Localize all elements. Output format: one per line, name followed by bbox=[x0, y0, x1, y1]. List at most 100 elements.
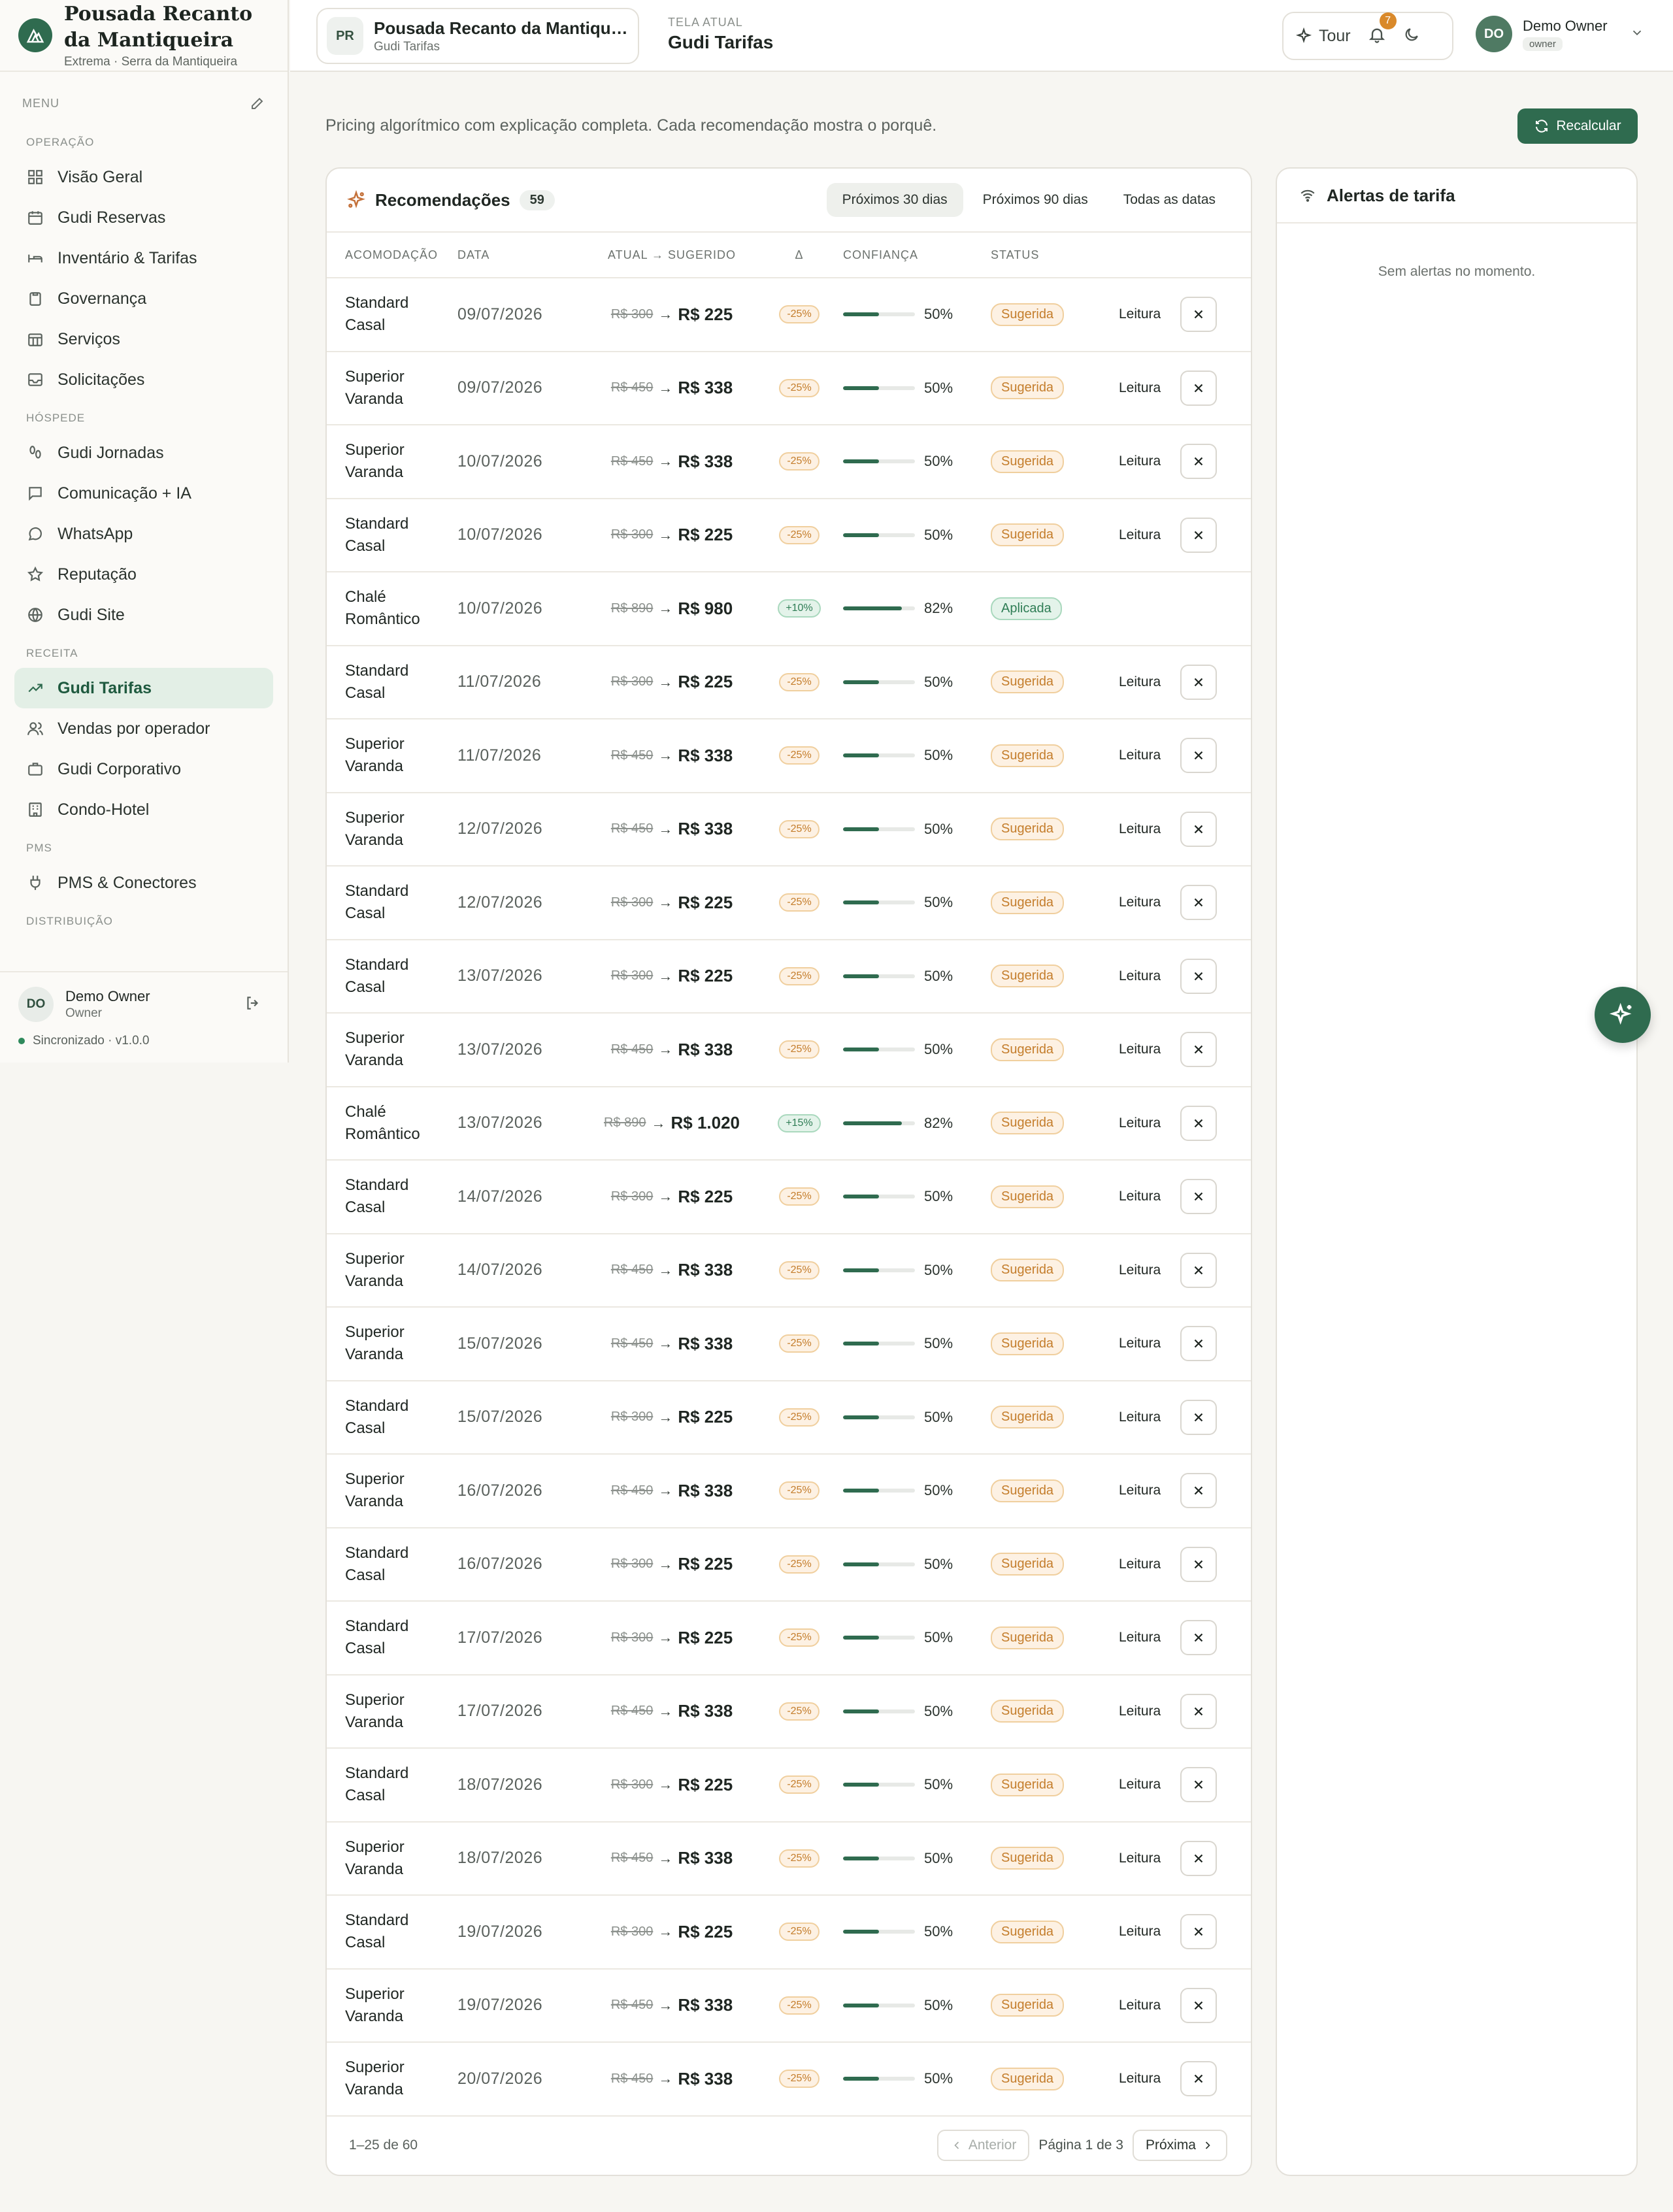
table-row[interactable]: Superior Varanda 20/07/2026 R$ 450 → R$ 338 -… bbox=[327, 2043, 1251, 2117]
table-row[interactable]: Standard Casal 11/07/2026 R$ 300 → R$ 225 -25… bbox=[327, 646, 1251, 719]
table-row[interactable]: Superior Varanda 13/07/2026 R$ 450 → R$ 338 -… bbox=[327, 1014, 1251, 1087]
table-row[interactable]: Superior Varanda 17/07/2026 R$ 450 → R$ 338 -… bbox=[327, 1676, 1251, 1749]
reject-button[interactable] bbox=[1180, 444, 1217, 480]
reject-button[interactable] bbox=[1180, 1252, 1217, 1288]
table-row[interactable]: Superior Varanda 16/07/2026 R$ 450 → R$ 338 -… bbox=[327, 1455, 1251, 1528]
theme-toggle[interactable] bbox=[1403, 26, 1420, 46]
table-row[interactable]: Superior Varanda 10/07/2026 R$ 450 → R$ 338 -… bbox=[327, 425, 1251, 499]
read-explanation-button[interactable]: Leitura bbox=[1119, 306, 1161, 322]
tour-button[interactable]: Tour bbox=[1295, 27, 1351, 46]
sidebar-item-pms-conectores[interactable]: PMS & Conectores bbox=[14, 863, 273, 903]
table-row[interactable]: Superior Varanda 18/07/2026 R$ 450 → R$ 338 -… bbox=[327, 1823, 1251, 1896]
read-explanation-button[interactable]: Leitura bbox=[1119, 1483, 1161, 1498]
column-header[interactable]: ATUAL → SUGERIDO bbox=[588, 248, 755, 262]
column-header[interactable]: Δ bbox=[755, 248, 843, 262]
table-row[interactable]: Chalé Romântico 13/07/2026 R$ 890 → R$ 1.020… bbox=[327, 1087, 1251, 1161]
sidebar-item-whatsapp[interactable]: WhatsApp bbox=[14, 514, 273, 554]
sidebar-item-condo-hotel[interactable]: Condo-Hotel bbox=[14, 789, 273, 830]
table-row[interactable]: Standard Casal 10/07/2026 R$ 300 → R$ 225 -25… bbox=[327, 499, 1251, 572]
edit-icon[interactable] bbox=[250, 95, 265, 111]
ai-assistant-button[interactable] bbox=[1595, 987, 1651, 1043]
reject-button[interactable] bbox=[1180, 1914, 1217, 1950]
table-row[interactable]: Standard Casal 19/07/2026 R$ 300 → R$ 225 -25… bbox=[327, 1896, 1251, 1970]
read-explanation-button[interactable]: Leitura bbox=[1119, 1410, 1161, 1425]
read-explanation-button[interactable]: Leitura bbox=[1119, 1336, 1161, 1351]
table-row[interactable]: Superior Varanda 09/07/2026 R$ 450 → R$ 338 -… bbox=[327, 352, 1251, 425]
read-explanation-button[interactable]: Leitura bbox=[1119, 1777, 1161, 1792]
reject-button[interactable] bbox=[1180, 370, 1217, 406]
read-explanation-button[interactable]: Leitura bbox=[1119, 454, 1161, 469]
reject-button[interactable] bbox=[1180, 1546, 1217, 1582]
reject-button[interactable] bbox=[1180, 1693, 1217, 1729]
read-explanation-button[interactable]: Leitura bbox=[1119, 1557, 1161, 1572]
table-row[interactable]: Standard Casal 09/07/2026 R$ 300 → R$ 225 -25… bbox=[327, 278, 1251, 352]
reject-button[interactable] bbox=[1180, 297, 1217, 333]
sidebar-item-comunicacao-ia[interactable]: Comunicação + IA bbox=[14, 473, 273, 514]
tab-date-range[interactable]: Próximos 30 dias bbox=[826, 183, 963, 217]
sidebar-item-visao-geral[interactable]: Visão Geral bbox=[14, 157, 273, 197]
reject-button[interactable] bbox=[1180, 738, 1217, 774]
read-explanation-button[interactable]: Leitura bbox=[1119, 821, 1161, 837]
column-header[interactable]: STATUS bbox=[991, 248, 1119, 262]
sidebar-item-vendas-por-operador[interactable]: Vendas por operador bbox=[14, 708, 273, 749]
read-explanation-button[interactable]: Leitura bbox=[1119, 1263, 1161, 1278]
reject-button[interactable] bbox=[1180, 1326, 1217, 1362]
read-explanation-button[interactable]: Leitura bbox=[1119, 2071, 1161, 2087]
reject-button[interactable] bbox=[1180, 664, 1217, 700]
reject-button[interactable] bbox=[1180, 1840, 1217, 1876]
table-row[interactable]: Superior Varanda 11/07/2026 R$ 450 → R$ 338 -… bbox=[327, 719, 1251, 793]
sidebar-item-reputacao[interactable]: Reputação bbox=[14, 554, 273, 595]
read-explanation-button[interactable]: Leitura bbox=[1119, 1998, 1161, 2013]
reject-button[interactable] bbox=[1180, 958, 1217, 994]
sidebar-item-gudi-reservas[interactable]: Gudi Reservas bbox=[14, 197, 273, 238]
sidebar-item-gudi-tarifas[interactable]: Gudi Tarifas bbox=[14, 668, 273, 708]
read-explanation-button[interactable]: Leitura bbox=[1119, 1189, 1161, 1204]
user-menu[interactable]: DO Demo Owner owner bbox=[1476, 16, 1644, 52]
read-explanation-button[interactable]: Leitura bbox=[1119, 968, 1161, 984]
sidebar-item-inventario-tarifas[interactable]: Inventário & Tarifas bbox=[14, 238, 273, 278]
read-explanation-button[interactable]: Leitura bbox=[1119, 674, 1161, 690]
tab-date-range[interactable]: Todas as datas bbox=[1108, 183, 1231, 217]
read-explanation-button[interactable]: Leitura bbox=[1119, 748, 1161, 763]
recalculate-button[interactable]: Recalcular bbox=[1517, 108, 1638, 144]
column-header[interactable]: ACOMODAÇÃO bbox=[327, 248, 457, 262]
table-row[interactable]: Standard Casal 16/07/2026 R$ 300 → R$ 225 -25… bbox=[327, 1528, 1251, 1602]
read-explanation-button[interactable]: Leitura bbox=[1119, 1630, 1161, 1645]
reject-button[interactable] bbox=[1180, 1767, 1217, 1803]
previous-page-button[interactable]: Anterior bbox=[936, 2130, 1030, 2161]
reject-button[interactable] bbox=[1180, 1399, 1217, 1435]
read-explanation-button[interactable]: Leitura bbox=[1119, 527, 1161, 543]
read-explanation-button[interactable]: Leitura bbox=[1119, 1042, 1161, 1057]
table-row[interactable]: Superior Varanda 12/07/2026 R$ 450 → R$ 338 -… bbox=[327, 793, 1251, 867]
reject-button[interactable] bbox=[1180, 2061, 1217, 2097]
reject-button[interactable] bbox=[1180, 517, 1217, 553]
reject-button[interactable] bbox=[1180, 1105, 1217, 1141]
read-explanation-button[interactable]: Leitura bbox=[1119, 1704, 1161, 1719]
read-explanation-button[interactable]: Leitura bbox=[1119, 1924, 1161, 1940]
column-header[interactable]: CONFIANÇA bbox=[843, 248, 991, 262]
sidebar-item-gudi-site[interactable]: Gudi Site bbox=[14, 595, 273, 635]
next-page-button[interactable]: Próxima bbox=[1132, 2130, 1227, 2161]
sidebar-item-solicitacoes[interactable]: Solicitações bbox=[14, 359, 273, 400]
table-row[interactable]: Standard Casal 14/07/2026 R$ 300 → R$ 225 -25… bbox=[327, 1161, 1251, 1234]
table-row[interactable]: Standard Casal 12/07/2026 R$ 300 → R$ 225 -25… bbox=[327, 867, 1251, 940]
reject-button[interactable] bbox=[1180, 811, 1217, 847]
sidebar-item-servicos[interactable]: Serviços bbox=[14, 319, 273, 359]
table-row[interactable]: Superior Varanda 15/07/2026 R$ 450 → R$ 338 -… bbox=[327, 1308, 1251, 1381]
table-row[interactable]: Superior Varanda 19/07/2026 R$ 450 → R$ 338 -… bbox=[327, 1970, 1251, 2043]
reject-button[interactable] bbox=[1180, 1620, 1217, 1656]
read-explanation-button[interactable]: Leitura bbox=[1119, 895, 1161, 910]
read-explanation-button[interactable]: Leitura bbox=[1119, 1851, 1161, 1866]
reject-button[interactable] bbox=[1180, 1987, 1217, 2023]
tab-date-range[interactable]: Próximos 90 dias bbox=[967, 183, 1104, 217]
read-explanation-button[interactable]: Leitura bbox=[1119, 380, 1161, 396]
sidebar-item-gudi-jornadas[interactable]: Gudi Jornadas bbox=[14, 433, 273, 473]
property-switcher[interactable]: PR Pousada Recanto da Mantiqueira Gudi T… bbox=[316, 8, 639, 64]
table-row[interactable]: Standard Casal 17/07/2026 R$ 300 → R$ 225 -25… bbox=[327, 1602, 1251, 1676]
reject-button[interactable] bbox=[1180, 1032, 1217, 1068]
reject-button[interactable] bbox=[1180, 1179, 1217, 1215]
table-row[interactable]: Superior Varanda 14/07/2026 R$ 450 → R$ 338 -… bbox=[327, 1234, 1251, 1308]
logout-icon[interactable] bbox=[244, 995, 261, 1015]
avatar[interactable]: DO bbox=[18, 987, 54, 1022]
reject-button[interactable] bbox=[1180, 885, 1217, 921]
